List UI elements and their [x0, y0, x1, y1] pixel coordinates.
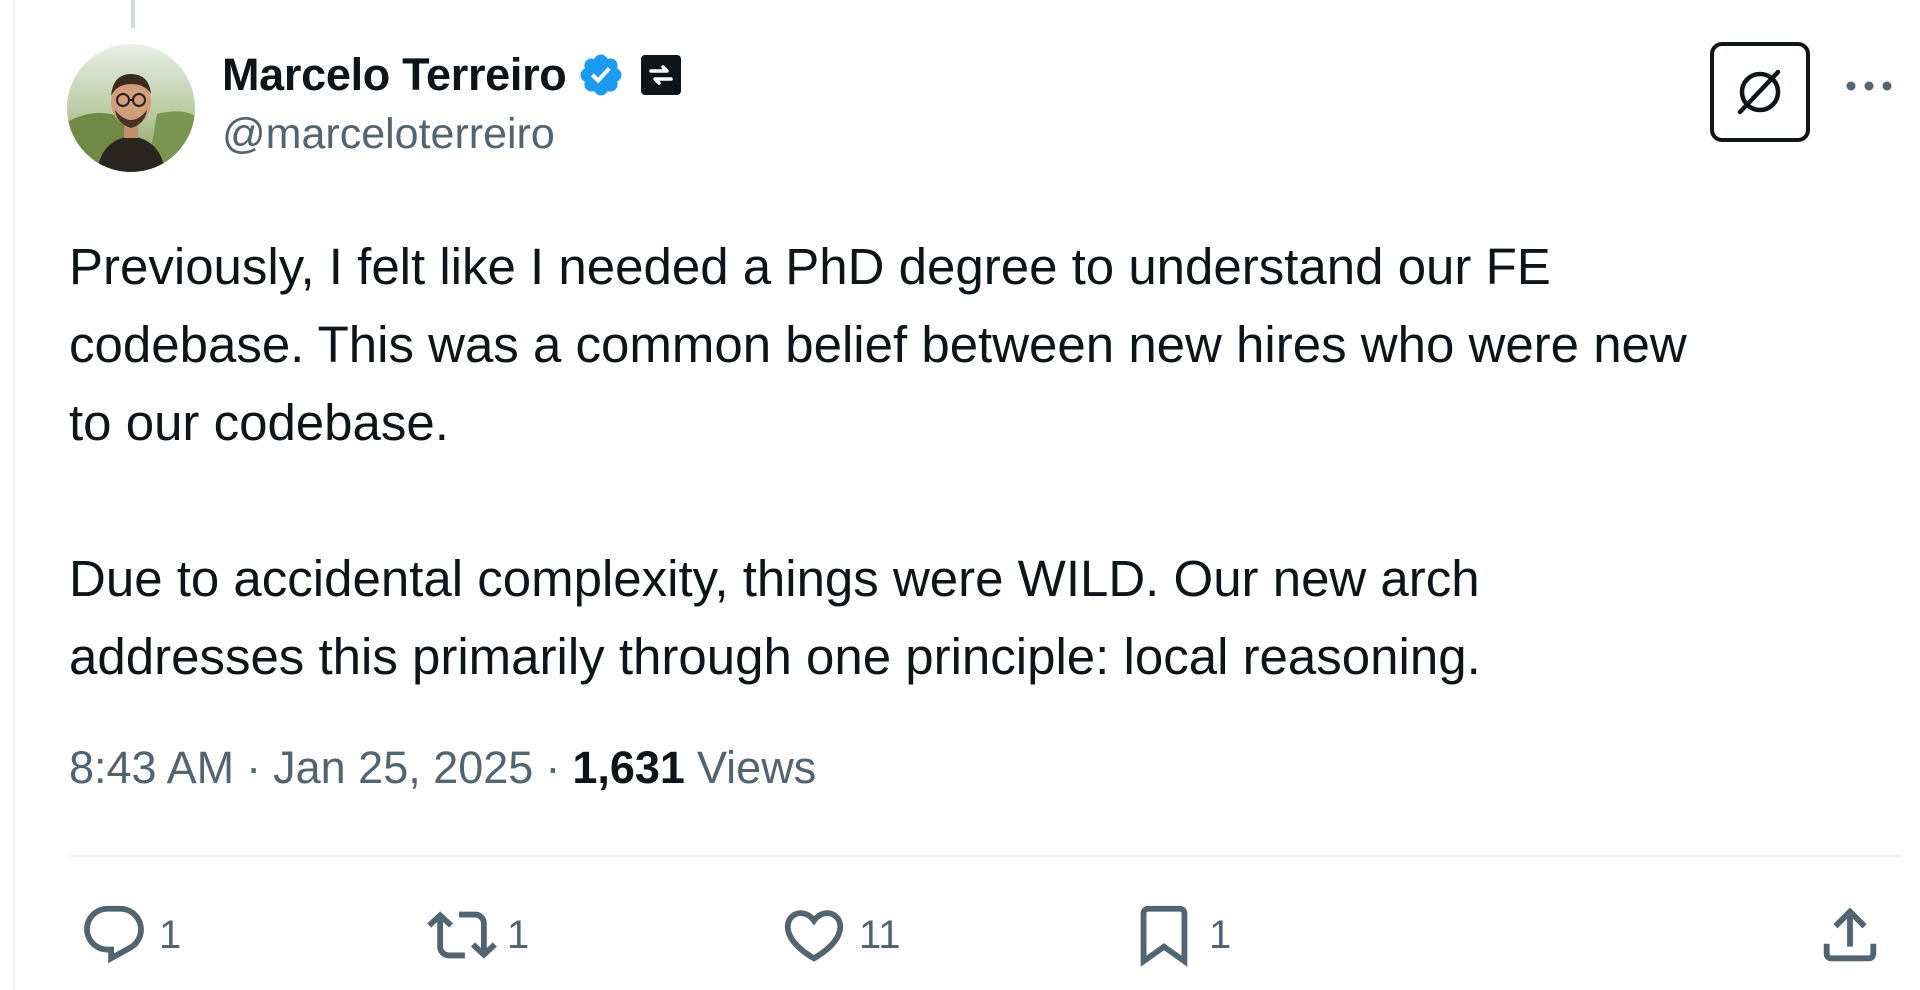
- divider: [69, 855, 1901, 857]
- views-label[interactable]: Views: [697, 742, 816, 794]
- bookmark-button[interactable]: 1: [1129, 895, 1231, 975]
- more-options-button[interactable]: [1837, 66, 1901, 106]
- avatar[interactable]: [67, 44, 195, 172]
- like-button[interactable]: 11: [779, 895, 901, 975]
- author-handle[interactable]: @marceloterreiro: [222, 110, 683, 159]
- reply-icon: [84, 905, 144, 964]
- tweet-text: Previously, I felt like I needed a PhD d…: [69, 238, 1687, 685]
- bookmark-icon: [1140, 905, 1188, 967]
- like-count: 11: [859, 912, 901, 957]
- repost-count: 1: [507, 912, 530, 957]
- action-bar: 1 1 11 1: [69, 895, 1901, 975]
- grok-icon: [1737, 69, 1781, 115]
- meta-separator: ·: [545, 742, 561, 793]
- verified-badge-icon[interactable]: [577, 51, 625, 99]
- share-button[interactable]: [1815, 895, 1885, 975]
- repost-icon: [427, 911, 497, 959]
- more-icon: [1846, 81, 1892, 91]
- reply-count: 1: [159, 912, 182, 957]
- author-display-name[interactable]: Marcelo Terreiro: [222, 49, 567, 101]
- tweet-meta: 8:43 AM · Jan 25, 2025 · 1,631 Views: [69, 742, 816, 794]
- tweet-time[interactable]: 8:43 AM: [69, 742, 234, 794]
- meta-separator: ·: [246, 742, 262, 793]
- reply-button[interactable]: 1: [79, 895, 181, 975]
- affiliate-badge-icon[interactable]: [639, 53, 683, 97]
- heart-icon: [784, 910, 844, 962]
- share-icon: [1823, 907, 1877, 962]
- bookmark-count: 1: [1209, 912, 1232, 957]
- thread-connector-line: [131, 0, 135, 28]
- tweet-date[interactable]: Jan 25, 2025: [273, 742, 533, 794]
- repost-button[interactable]: 1: [427, 895, 529, 975]
- grok-button[interactable]: [1710, 42, 1810, 142]
- views-count[interactable]: 1,631: [572, 742, 685, 794]
- tweet-container: Marcelo Terreiro @marceloterreiro Previo…: [13, 0, 1920, 990]
- tweet-header: Marcelo Terreiro @marceloterreiro: [222, 49, 683, 159]
